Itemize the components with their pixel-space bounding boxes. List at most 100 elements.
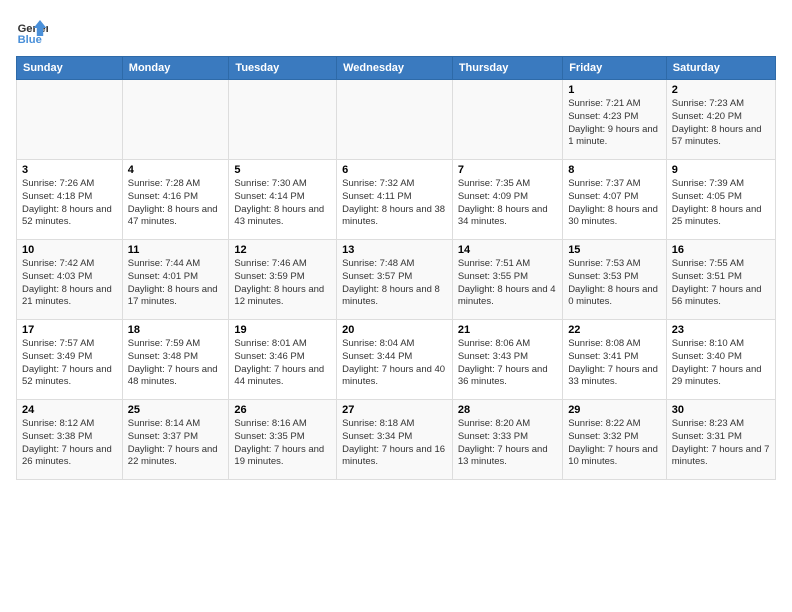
calendar-cell: 25 Sunrise: 8:14 AM Sunset: 3:37 PM Dayli… (122, 400, 229, 480)
day-info: Sunrise: 8:08 AM Sunset: 3:41 PM Dayligh… (568, 338, 661, 389)
calendar-cell: 2 Sunrise: 7:23 AM Sunset: 4:20 PM Daylig… (666, 80, 775, 160)
day-number: 11 (128, 244, 224, 256)
calendar-cell: 18 Sunrise: 7:59 AM Sunset: 3:48 PM Dayli… (122, 320, 229, 400)
day-number: 18 (128, 324, 224, 336)
day-info: Sunrise: 8:01 AM Sunset: 3:46 PM Dayligh… (234, 338, 331, 389)
day-number: 12 (234, 244, 331, 256)
calendar-cell: 24 Sunrise: 8:12 AM Sunset: 3:38 PM Dayli… (17, 400, 123, 480)
day-info: Sunrise: 7:37 AM Sunset: 4:07 PM Dayligh… (568, 178, 661, 229)
calendar-cell: 6Sunrise: 7:32 AM Sunset: 4:11 PM Daylig… (337, 160, 453, 240)
weekday-header-tuesday: Tuesday (229, 57, 337, 80)
day-number: 2 (672, 84, 770, 96)
calendar-cell: 17 Sunrise: 7:57 AM Sunset: 3:49 PM Dayli… (17, 320, 123, 400)
calendar-week-row: 3 Sunrise: 7:26 AM Sunset: 4:18 PM Daylig… (17, 160, 776, 240)
calendar-cell (229, 80, 337, 160)
calendar-cell: 28Sunrise: 8:20 AM Sunset: 3:33 PM Dayli… (452, 400, 562, 480)
day-number: 24 (22, 404, 117, 416)
day-number: 15 (568, 244, 661, 256)
calendar-cell: 29Sunrise: 8:22 AM Sunset: 3:32 PM Dayli… (563, 400, 667, 480)
day-info: Sunrise: 8:23 AM Sunset: 3:31 PM Dayligh… (672, 418, 770, 469)
day-number: 4 (128, 164, 224, 176)
calendar-cell: 30 Sunrise: 8:23 AM Sunset: 3:31 PM Dayli… (666, 400, 775, 480)
calendar-week-row: 1Sunrise: 7:21 AM Sunset: 4:23 PM Daylig… (17, 80, 776, 160)
calendar-cell: 22Sunrise: 8:08 AM Sunset: 3:41 PM Dayli… (563, 320, 667, 400)
calendar-week-row: 10Sunrise: 7:42 AM Sunset: 4:03 PM Dayli… (17, 240, 776, 320)
calendar-cell: 20 Sunrise: 8:04 AM Sunset: 3:44 PM Dayli… (337, 320, 453, 400)
day-number: 20 (342, 324, 447, 336)
weekday-header-row: SundayMondayTuesdayWednesdayThursdayFrid… (17, 57, 776, 80)
day-info: Sunrise: 8:10 AM Sunset: 3:40 PM Dayligh… (672, 338, 770, 389)
calendar-cell: 23 Sunrise: 8:10 AM Sunset: 3:40 PM Dayli… (666, 320, 775, 400)
calendar-cell: 13Sunrise: 7:48 AM Sunset: 3:57 PM Dayli… (337, 240, 453, 320)
day-number: 25 (128, 404, 224, 416)
day-info: Sunrise: 7:23 AM Sunset: 4:20 PM Dayligh… (672, 98, 770, 149)
calendar-cell: 8 Sunrise: 7:37 AM Sunset: 4:07 PM Daylig… (563, 160, 667, 240)
calendar-cell (17, 80, 123, 160)
calendar-cell: 11 Sunrise: 7:44 AM Sunset: 4:01 PM Dayli… (122, 240, 229, 320)
day-info: Sunrise: 7:42 AM Sunset: 4:03 PM Dayligh… (22, 258, 117, 309)
day-info: Sunrise: 7:26 AM Sunset: 4:18 PM Dayligh… (22, 178, 117, 229)
calendar-cell: 7Sunrise: 7:35 AM Sunset: 4:09 PM Daylig… (452, 160, 562, 240)
calendar-cell: 10Sunrise: 7:42 AM Sunset: 4:03 PM Dayli… (17, 240, 123, 320)
calendar-cell: 4 Sunrise: 7:28 AM Sunset: 4:16 PM Daylig… (122, 160, 229, 240)
day-info: Sunrise: 7:55 AM Sunset: 3:51 PM Dayligh… (672, 258, 770, 309)
calendar-week-row: 17 Sunrise: 7:57 AM Sunset: 3:49 PM Dayli… (17, 320, 776, 400)
day-info: Sunrise: 7:44 AM Sunset: 4:01 PM Dayligh… (128, 258, 224, 309)
day-info: Sunrise: 8:04 AM Sunset: 3:44 PM Dayligh… (342, 338, 447, 389)
day-number: 17 (22, 324, 117, 336)
day-info: Sunrise: 7:35 AM Sunset: 4:09 PM Dayligh… (458, 178, 557, 229)
day-info: Sunrise: 8:14 AM Sunset: 3:37 PM Dayligh… (128, 418, 224, 469)
calendar-cell: 26 Sunrise: 8:16 AM Sunset: 3:35 PM Dayli… (229, 400, 337, 480)
logo: General Blue (16, 16, 52, 48)
day-info: Sunrise: 7:30 AM Sunset: 4:14 PM Dayligh… (234, 178, 331, 229)
calendar-cell: 14 Sunrise: 7:51 AM Sunset: 3:55 PM Dayli… (452, 240, 562, 320)
calendar-cell: 15 Sunrise: 7:53 AM Sunset: 3:53 PM Dayli… (563, 240, 667, 320)
calendar-cell (337, 80, 453, 160)
weekday-header-saturday: Saturday (666, 57, 775, 80)
calendar-cell (452, 80, 562, 160)
calendar-cell: 27 Sunrise: 8:18 AM Sunset: 3:34 PM Dayli… (337, 400, 453, 480)
calendar-cell: 1Sunrise: 7:21 AM Sunset: 4:23 PM Daylig… (563, 80, 667, 160)
day-info: Sunrise: 7:28 AM Sunset: 4:16 PM Dayligh… (128, 178, 224, 229)
day-number: 3 (22, 164, 117, 176)
day-info: Sunrise: 8:12 AM Sunset: 3:38 PM Dayligh… (22, 418, 117, 469)
day-info: Sunrise: 7:32 AM Sunset: 4:11 PM Dayligh… (342, 178, 447, 229)
page-header: General Blue (16, 16, 776, 48)
day-number: 27 (342, 404, 447, 416)
day-info: Sunrise: 8:18 AM Sunset: 3:34 PM Dayligh… (342, 418, 447, 469)
day-number: 14 (458, 244, 557, 256)
day-info: Sunrise: 7:57 AM Sunset: 3:49 PM Dayligh… (22, 338, 117, 389)
day-info: Sunrise: 7:21 AM Sunset: 4:23 PM Dayligh… (568, 98, 661, 149)
calendar-cell: 3 Sunrise: 7:26 AM Sunset: 4:18 PM Daylig… (17, 160, 123, 240)
day-number: 5 (234, 164, 331, 176)
day-number: 30 (672, 404, 770, 416)
day-number: 28 (458, 404, 557, 416)
day-number: 23 (672, 324, 770, 336)
day-info: Sunrise: 7:53 AM Sunset: 3:53 PM Dayligh… (568, 258, 661, 309)
day-info: Sunrise: 7:46 AM Sunset: 3:59 PM Dayligh… (234, 258, 331, 309)
day-info: Sunrise: 7:51 AM Sunset: 3:55 PM Dayligh… (458, 258, 557, 309)
calendar-table: SundayMondayTuesdayWednesdayThursdayFrid… (16, 56, 776, 480)
logo-icon: General Blue (16, 16, 48, 48)
calendar-cell: 12 Sunrise: 7:46 AM Sunset: 3:59 PM Dayli… (229, 240, 337, 320)
day-info: Sunrise: 7:59 AM Sunset: 3:48 PM Dayligh… (128, 338, 224, 389)
day-number: 16 (672, 244, 770, 256)
weekday-header-friday: Friday (563, 57, 667, 80)
day-info: Sunrise: 7:48 AM Sunset: 3:57 PM Dayligh… (342, 258, 447, 309)
day-number: 26 (234, 404, 331, 416)
weekday-header-sunday: Sunday (17, 57, 123, 80)
calendar-cell: 21Sunrise: 8:06 AM Sunset: 3:43 PM Dayli… (452, 320, 562, 400)
day-info: Sunrise: 8:16 AM Sunset: 3:35 PM Dayligh… (234, 418, 331, 469)
day-number: 9 (672, 164, 770, 176)
calendar-cell: 19 Sunrise: 8:01 AM Sunset: 3:46 PM Dayli… (229, 320, 337, 400)
weekday-header-thursday: Thursday (452, 57, 562, 80)
day-number: 19 (234, 324, 331, 336)
weekday-header-wednesday: Wednesday (337, 57, 453, 80)
day-number: 8 (568, 164, 661, 176)
calendar-cell (122, 80, 229, 160)
calendar-cell: 9Sunrise: 7:39 AM Sunset: 4:05 PM Daylig… (666, 160, 775, 240)
day-number: 29 (568, 404, 661, 416)
day-info: Sunrise: 8:06 AM Sunset: 3:43 PM Dayligh… (458, 338, 557, 389)
calendar-cell: 5 Sunrise: 7:30 AM Sunset: 4:14 PM Daylig… (229, 160, 337, 240)
weekday-header-monday: Monday (122, 57, 229, 80)
